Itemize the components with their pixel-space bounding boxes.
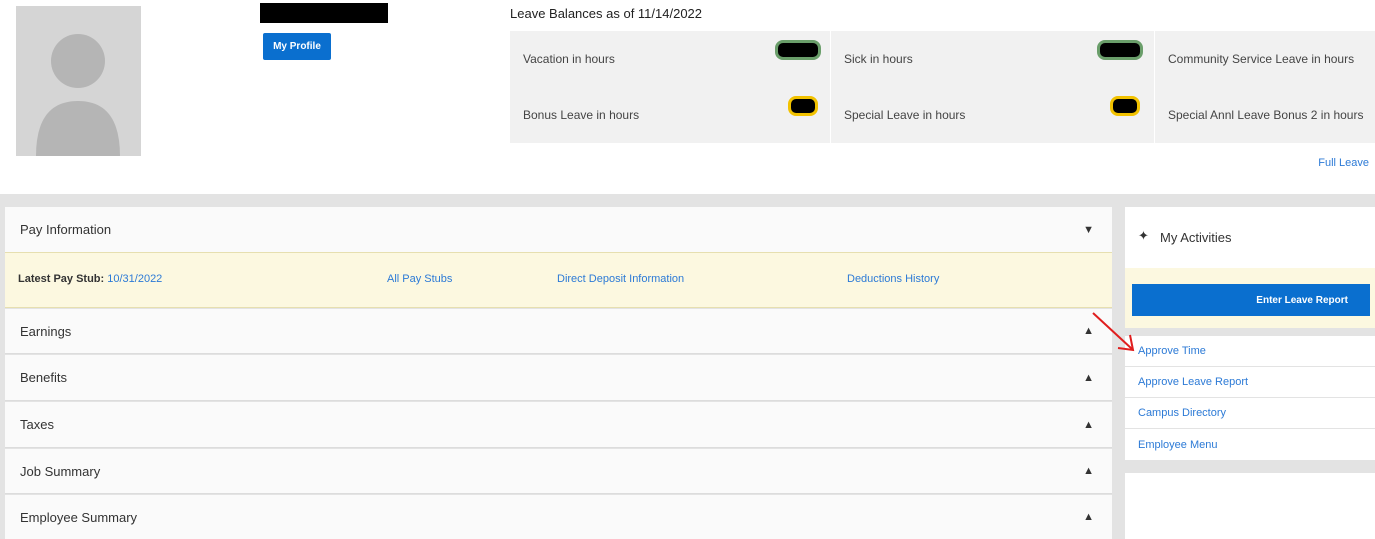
employee-summary-section[interactable]: Employee Summary ▲ [5,495,1112,539]
leave-item-label: Special Annl Leave Bonus 2 in hours [1168,108,1364,122]
latest-pay-stub-label: Latest Pay Stub: [18,273,105,285]
campus-directory-link[interactable]: Campus Directory [1125,398,1375,429]
deductions-history-link[interactable]: Deductions History [847,273,939,285]
all-pay-stubs-link[interactable]: All Pay Stubs [387,273,452,285]
my-activities-title: My Activities [1160,230,1232,245]
benefits-section[interactable]: Benefits ▲ [5,355,1112,401]
approve-leave-report-link[interactable]: Approve Leave Report [1125,367,1375,398]
latest-pay-stub-date-link[interactable]: 10/31/2022 [107,273,162,285]
leave-balances-grid: Vacation in hours Sick in hours Communit… [510,31,1375,143]
direct-deposit-link[interactable]: Direct Deposit Information [557,273,684,285]
chevron-up-icon[interactable]: ▲ [1083,511,1094,523]
leave-item-label: Bonus Leave in hours [523,108,640,122]
leave-item-label: Sick in hours [844,52,913,66]
chevron-up-icon[interactable]: ▲ [1083,465,1094,477]
my-profile-button[interactable]: My Profile [263,33,331,60]
enter-leave-report-button[interactable]: Enter Leave Report [1132,284,1370,316]
pay-information-header[interactable]: Pay Information ▼ [5,207,1112,252]
leave-item-special: Special Leave in hours [830,87,1154,143]
earnings-section[interactable]: Earnings ▲ [5,309,1112,354]
activities-panel-footer [1125,473,1375,539]
redacted-leave-value [1097,40,1143,60]
leave-item-label: Community Service Leave in hours [1168,52,1355,66]
profile-photo-placeholder [16,6,141,156]
redacted-leave-value [1110,96,1140,116]
activities-list: Approve Time Approve Leave Report Campus… [1125,336,1375,460]
my-activities-header: ✦ My Activities [1125,207,1375,268]
full-leave-link[interactable]: Full Leave [1318,157,1369,169]
pay-information-title: Pay Information [20,222,112,237]
leave-balances-title: Leave Balances as of 11/14/2022 [510,6,703,21]
pay-information-bar: Latest Pay Stub: 10/31/2022 All Pay Stub… [5,252,1112,308]
leave-item-label: Special Leave in hours [844,108,966,122]
chevron-up-icon[interactable]: ▲ [1083,419,1094,431]
taxes-section[interactable]: Taxes ▲ [5,402,1112,448]
redacted-user-name [260,3,388,23]
section-title: Earnings [20,323,72,339]
section-title: Benefits [20,370,67,385]
section-title: Job Summary [20,463,101,479]
magic-wand-icon: ✦ [1138,228,1149,243]
leave-item-special-annl-bonus: Special Annl Leave Bonus 2 in hours [1154,87,1375,143]
leave-item-community-service: Community Service Leave in hours [1154,31,1375,87]
redacted-leave-value [775,40,821,60]
section-title: Employee Summary [20,509,138,525]
job-summary-section[interactable]: Job Summary ▲ [5,449,1112,494]
chevron-down-icon[interactable]: ▼ [1083,224,1094,236]
leave-item-bonus: Bonus Leave in hours [510,87,830,143]
section-title: Taxes [20,417,54,432]
employee-menu-link[interactable]: Employee Menu [1125,429,1375,460]
latest-pay-stub: Latest Pay Stub: 10/31/2022 [18,273,162,285]
approve-time-link[interactable]: Approve Time [1125,336,1375,367]
leave-item-label: Vacation in hours [523,52,615,66]
redacted-leave-value [788,96,818,116]
chevron-up-icon[interactable]: ▲ [1083,372,1094,384]
annotation-arrow-icon [1092,312,1135,352]
